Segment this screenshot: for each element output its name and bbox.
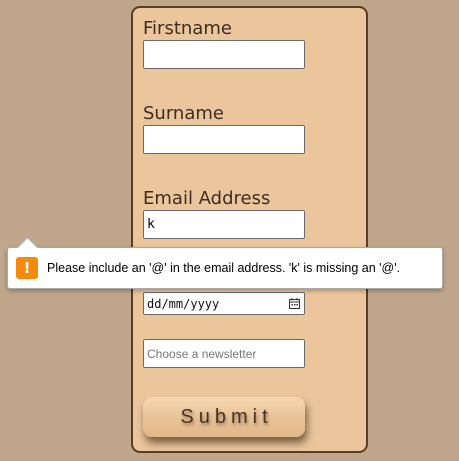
newsletter-input[interactable] <box>143 339 305 368</box>
warning-icon: ! <box>16 257 38 279</box>
email-input[interactable] <box>143 210 305 239</box>
date-input[interactable]: dd/mm/yyyy <box>143 292 305 315</box>
firstname-label: Firstname <box>143 18 232 39</box>
validation-message: Please include an '@' in the email addre… <box>47 261 401 275</box>
submit-button[interactable]: Submit <box>143 397 305 437</box>
firstname-input[interactable] <box>143 40 305 69</box>
email-validation-tooltip: ! Please include an '@' in the email add… <box>7 236 443 289</box>
tooltip-arrow <box>16 236 39 259</box>
surname-input[interactable] <box>143 125 305 154</box>
email-label: Email Address <box>143 188 271 209</box>
surname-label: Surname <box>143 103 224 124</box>
calendar-icon[interactable] <box>289 298 300 309</box>
date-placeholder-text: dd/mm/yyyy <box>147 297 220 311</box>
